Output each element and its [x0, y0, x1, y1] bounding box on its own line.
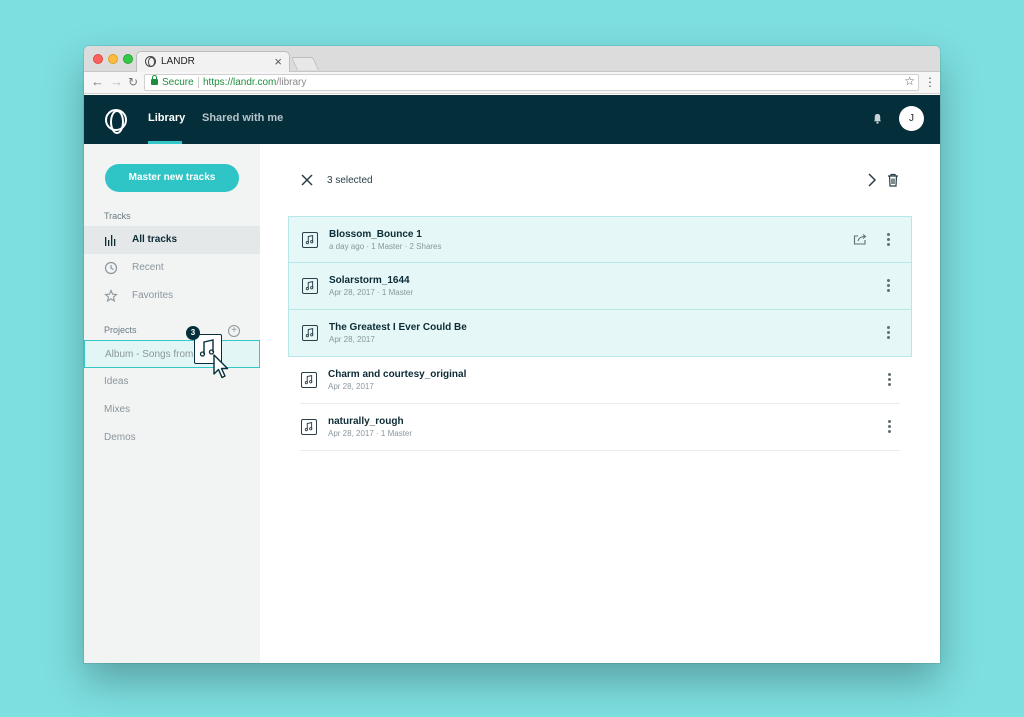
music-file-icon [301, 419, 317, 435]
track-row[interactable]: Solarstorm_1644 Apr 28, 2017 · 1 Master [288, 263, 912, 310]
secure-label: Secure [162, 77, 194, 88]
bars-icon [105, 235, 116, 246]
music-file-icon [301, 372, 317, 388]
track-meta: Apr 28, 2017 · 1 Master [329, 288, 414, 297]
track-name: naturally_rough [328, 416, 404, 427]
notification-bell-icon[interactable] [872, 113, 883, 124]
browser-tab[interactable]: LANDR × [136, 51, 290, 72]
nav-shared-with-me[interactable]: Shared with me [202, 112, 283, 124]
sidebar-item-label: Favorites [132, 290, 174, 301]
app-header: Library Shared with me J [84, 95, 940, 144]
project-label: Mixes [104, 404, 131, 415]
url-path: /library [276, 77, 307, 88]
track-name: Solarstorm_1644 [329, 275, 410, 286]
browser-menu-icon[interactable]: ⋮ [924, 75, 936, 89]
chevron-right-icon[interactable] [867, 172, 877, 188]
close-window-button[interactable] [93, 54, 103, 64]
clock-icon [104, 261, 118, 275]
url-divider [198, 77, 199, 88]
share-icon[interactable] [853, 233, 867, 245]
lock-icon [151, 75, 158, 85]
track-more-icon[interactable] [885, 233, 891, 247]
nav-library[interactable]: Library [148, 112, 185, 124]
tab-close-icon[interactable]: × [274, 54, 282, 69]
sidebar-item-label: All tracks [132, 234, 178, 245]
track-row[interactable]: The Greatest I Ever Could Be Apr 28, 201… [288, 310, 912, 357]
url-input[interactable]: Secure https://landr.com/library ☆ [144, 74, 919, 91]
sidebar-item-label: Recent [132, 262, 164, 273]
track-meta: Apr 28, 2017 · 1 Master [328, 429, 413, 438]
url-host: https://landr.com [203, 77, 277, 88]
drag-count-badge: 3 [186, 326, 200, 340]
pointer-cursor-icon [213, 354, 229, 379]
landr-favicon-icon [145, 56, 156, 67]
add-project-icon[interactable]: + [228, 325, 240, 337]
bookmark-star-icon[interactable]: ☆ [904, 74, 915, 89]
address-bar: ← → ↻ Secure https://landr.com/library ☆… [84, 72, 940, 94]
track-list: Blossom_Bounce 1 a day ago · 1 Master · … [288, 216, 912, 451]
track-row[interactable]: Blossom_Bounce 1 a day ago · 1 Master · … [288, 216, 912, 263]
sidebar-project-demos[interactable]: Demos [84, 424, 260, 452]
project-label: Album - Songs from... [105, 349, 195, 360]
forward-arrow-icon[interactable]: → [110, 74, 123, 89]
track-more-icon[interactable] [886, 420, 892, 434]
track-name: Blossom_Bounce 1 [329, 229, 422, 240]
landr-logo-icon[interactable] [105, 109, 127, 134]
browser-window: LANDR × ← → ↻ Secure https://landr.com/l… [84, 46, 940, 663]
track-name: The Greatest I Ever Could Be [329, 322, 467, 333]
sidebar-project-album[interactable]: Album - Songs from... [84, 340, 260, 368]
browser-tab-bar: LANDR × [84, 46, 940, 72]
music-file-icon [302, 278, 318, 294]
track-more-icon[interactable] [885, 326, 891, 340]
sidebar-item-recent[interactable]: Recent [84, 254, 260, 282]
new-tab-button[interactable] [290, 57, 320, 70]
tab-title: LANDR [161, 56, 195, 67]
projects-heading: Projects [104, 325, 137, 335]
track-row[interactable]: naturally_rough Apr 28, 2017 · 1 Master [300, 404, 900, 451]
selected-count: 3 selected [327, 175, 373, 186]
sidebar-project-mixes[interactable]: Mixes [84, 396, 260, 424]
sidebar-item-all-tracks[interactable]: All tracks [84, 226, 260, 254]
project-label: Demos [104, 432, 136, 443]
sidebar-item-favorites[interactable]: Favorites [84, 282, 260, 310]
master-new-tracks-button[interactable]: Master new tracks [105, 164, 239, 192]
maximize-window-button[interactable] [123, 54, 133, 64]
track-name: Charm and courtesy_original [328, 369, 467, 380]
music-file-icon [302, 325, 318, 341]
tracks-heading: Tracks [104, 211, 131, 221]
sidebar: Master new tracks Tracks All tracks Rece… [84, 144, 260, 663]
project-label: Ideas [104, 376, 129, 387]
minimize-window-button[interactable] [108, 54, 118, 64]
clear-selection-icon[interactable] [300, 173, 314, 187]
sidebar-project-ideas[interactable]: Ideas [84, 368, 260, 396]
track-more-icon[interactable] [886, 373, 892, 387]
library-main: 3 selected Blossom_Bounce 1 a day ago · … [260, 144, 940, 663]
trash-icon[interactable] [887, 173, 899, 187]
track-meta: Apr 28, 2017 [328, 382, 374, 391]
track-more-icon[interactable] [885, 279, 891, 293]
track-meta: Apr 28, 2017 [329, 335, 375, 344]
star-icon [104, 289, 118, 303]
url-text: https://landr.com/library [203, 75, 306, 90]
back-arrow-icon[interactable]: ← [91, 74, 104, 89]
music-file-icon [302, 232, 318, 248]
track-row[interactable]: Charm and courtesy_original Apr 28, 2017 [300, 357, 900, 404]
user-avatar[interactable]: J [899, 106, 924, 131]
reload-icon[interactable]: ↻ [128, 75, 138, 89]
track-meta: a day ago · 1 Master · 2 Shares [329, 242, 442, 251]
